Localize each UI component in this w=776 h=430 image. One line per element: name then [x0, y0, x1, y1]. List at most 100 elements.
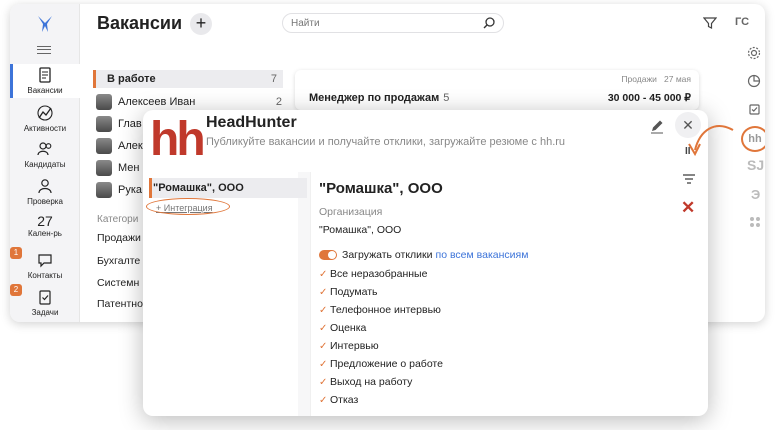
- org-value: "Ромашка", ООО: [319, 224, 402, 236]
- document-icon: [39, 67, 51, 83]
- delete-icon[interactable]: ✕: [681, 199, 695, 216]
- vacancy-salary: 30 000 - 45 000 ₽: [607, 92, 691, 104]
- nav-label: Проверка: [27, 197, 63, 206]
- nav-item-tasks[interactable]: 2 Задачи: [10, 284, 80, 320]
- category-item[interactable]: Продажи: [97, 232, 141, 244]
- vacancy-date: 27 мая: [664, 74, 691, 84]
- stage-label: Все неразобранные: [330, 268, 428, 280]
- copy-check-icon[interactable]: [747, 102, 761, 116]
- app-logo-icon[interactable]: [35, 14, 55, 34]
- check-icon: ✓: [319, 377, 328, 388]
- nav-label: Контакты: [27, 271, 63, 280]
- toggle-label: Загружать отклики: [342, 249, 433, 261]
- close-button[interactable]: ✕: [675, 112, 701, 138]
- vacancy-card[interactable]: Продажи 27 мая Менеджер по продажам 5 30 …: [295, 70, 699, 110]
- avatar: [96, 160, 112, 176]
- stage-checkbox[interactable]: ✓ Отказ: [319, 394, 358, 406]
- headhunter-modal: hh HeadHunter Публикуйте вакансии и полу…: [143, 110, 708, 416]
- menu-icon[interactable]: [37, 46, 51, 54]
- group-in-progress[interactable]: В работе 7: [93, 70, 283, 88]
- check-icon: ✓: [319, 323, 328, 334]
- nav-label: Кандидаты: [24, 160, 66, 169]
- check-icon: ✓: [319, 305, 328, 316]
- category-item[interactable]: Системн: [97, 277, 139, 289]
- filter-icon[interactable]: [703, 16, 717, 30]
- list-item[interactable]: Алексеев Иван 2: [96, 92, 284, 112]
- check-icon: ✓: [319, 395, 328, 406]
- modal-title: HeadHunter: [206, 114, 297, 131]
- org-list-item[interactable]: "Ромашка", ООО: [149, 178, 307, 198]
- hh-integration-icon[interactable]: hh: [741, 126, 765, 152]
- nav-item-activities[interactable]: Активности: [10, 102, 80, 136]
- avatar: [96, 116, 112, 132]
- group-count: 7: [270, 73, 277, 85]
- nav-item-candidates[interactable]: Кандидаты: [10, 138, 80, 172]
- person-name: Алек: [118, 140, 143, 152]
- all-vacancies-link[interactable]: по всем вакансиям: [436, 249, 529, 261]
- apps-icon[interactable]: [749, 216, 761, 228]
- tasks-badge: 2: [10, 284, 22, 296]
- nav-label: Активности: [23, 124, 67, 133]
- nav-item-calendar[interactable]: 27 Кален-рь: [10, 212, 80, 246]
- person-name: Алексеев Иван: [118, 96, 196, 108]
- stage-checkbox[interactable]: ✓ Оценка: [319, 322, 366, 334]
- pie-chart-icon[interactable]: [747, 74, 761, 88]
- search-input[interactable]: [282, 13, 504, 33]
- vacancy-department: Продажи: [621, 74, 657, 84]
- nav-item-contacts[interactable]: 1 Контакты: [10, 247, 80, 283]
- stage-checkbox[interactable]: ✓ Все неразобранные: [319, 268, 427, 280]
- stage-label: Оценка: [330, 322, 367, 334]
- vacancy-title: Менеджер по продажам: [309, 92, 440, 104]
- page-title: Вакансии: [97, 13, 183, 33]
- add-vacancy-button[interactable]: +: [190, 13, 212, 35]
- stage-checkbox[interactable]: ✓ Предложение о работе: [319, 358, 443, 370]
- stage-label: Отказ: [330, 394, 359, 406]
- vacancy-meta: Продажи 27 мая: [621, 74, 691, 84]
- stage-checkbox[interactable]: ✓ Интервью: [319, 340, 379, 352]
- stage-checkbox[interactable]: ✓ Телефонное интервью: [319, 304, 441, 316]
- category-item[interactable]: Бухгалте: [97, 255, 140, 267]
- user-avatar[interactable]: ГС: [735, 16, 749, 28]
- nav-item-check[interactable]: Проверка: [10, 175, 80, 209]
- toggle-label-row: Загружать отклики по всем вакансиям: [342, 249, 528, 261]
- users-icon: [37, 142, 52, 156]
- user-check-icon: [38, 179, 52, 194]
- org-label: Организация: [319, 206, 383, 218]
- person-name: Рука: [118, 184, 143, 196]
- activity-icon: [37, 105, 53, 121]
- group-label: В работе: [107, 73, 156, 85]
- chat-icon: [38, 254, 52, 268]
- check-icon: ✓: [319, 359, 328, 370]
- person-name: Мен: [118, 162, 140, 174]
- nav-label: Кален-рь: [28, 229, 62, 238]
- avatar: [96, 182, 112, 198]
- gear-icon[interactable]: [747, 46, 761, 60]
- superjob-icon[interactable]: SJ: [747, 157, 764, 173]
- list-filter-icon[interactable]: [682, 173, 696, 185]
- stage-label: Интервью: [330, 340, 379, 352]
- check-icon: ✓: [319, 269, 328, 280]
- category-item[interactable]: Патентно: [97, 298, 143, 310]
- stage-label: Подумать: [330, 286, 378, 298]
- stage-label: Выход на работу: [330, 376, 413, 388]
- load-responses-toggle[interactable]: [319, 250, 337, 260]
- pause-button[interactable]: II: [685, 146, 691, 157]
- check-icon: ✓: [319, 341, 328, 352]
- modal-subtitle: Публикуйте вакансии и получайте отклики,…: [206, 136, 566, 148]
- hh-logo: hh: [150, 113, 206, 166]
- stage-label: Телефонное интервью: [330, 304, 441, 316]
- panel-heading: "Ромашка", ООО: [319, 180, 443, 197]
- left-nav: Вакансии Активности Кандидаты Проверка 2…: [10, 4, 80, 322]
- clipboard-check-icon: [39, 290, 51, 305]
- e-integration-icon[interactable]: Э: [751, 187, 760, 202]
- pencil-icon[interactable]: [649, 118, 665, 134]
- person-count: 2: [275, 96, 282, 108]
- nav-item-vacancies[interactable]: Вакансии: [10, 64, 80, 98]
- vacancy-title-row: Менеджер по продажам 5: [309, 92, 449, 104]
- stage-label: Предложение о работе: [330, 358, 443, 370]
- search-icon[interactable]: [482, 16, 496, 30]
- stage-checkbox[interactable]: ✓ Подумать: [319, 286, 378, 298]
- calendar-day-number: 27: [37, 213, 53, 229]
- avatar: [96, 138, 112, 154]
- stage-checkbox[interactable]: ✓ Выход на работу: [319, 376, 412, 388]
